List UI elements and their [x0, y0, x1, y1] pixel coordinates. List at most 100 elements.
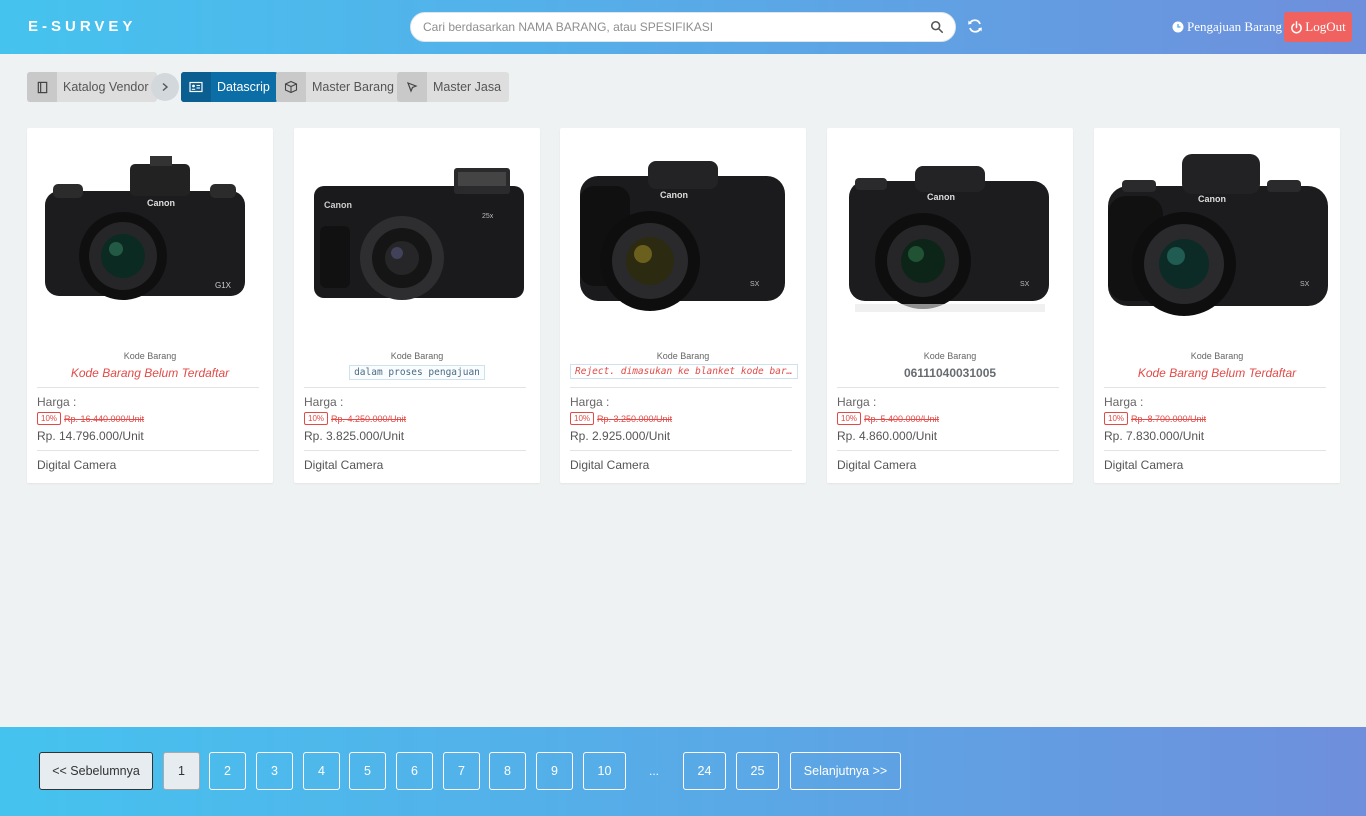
- camera-product-image: Canon SX: [1108, 154, 1328, 316]
- brand-logo[interactable]: E-SURVEY: [28, 18, 136, 35]
- svg-text:Canon: Canon: [147, 198, 175, 208]
- pengajuan-barang-link[interactable]: Pengajuan Barang: [1172, 19, 1282, 35]
- discount-row: 10% Rp. 3.250.000/Unit: [570, 412, 672, 425]
- divider: [37, 450, 259, 451]
- prev-page-button[interactable]: << Sebelumnya: [39, 752, 153, 790]
- svg-text:G1X: G1X: [215, 281, 232, 290]
- discount-row: 10% Rp. 5.400.000/Unit: [837, 412, 939, 425]
- breadcrumb-datascrip-label: Datascrip: [217, 80, 270, 94]
- pagination-ellipsis: ...: [648, 764, 659, 778]
- harga-label: Harga :: [837, 395, 877, 409]
- kode-barang-value: Reject. dimasukan ke blanket kode bar…: [570, 364, 798, 379]
- kode-barang-reject-note: Reject. dimasukan ke blanket kode bar…: [570, 364, 798, 379]
- kode-barang-label: Kode Barang: [656, 351, 710, 361]
- breadcrumb-katalog-label: Katalog Vendor: [63, 80, 149, 94]
- svg-text:SX: SX: [750, 281, 760, 288]
- next-page-button[interactable]: Selanjutnya >>: [790, 752, 901, 790]
- page-button-3[interactable]: 3: [256, 752, 293, 790]
- power-icon: [1291, 20, 1303, 33]
- new-price: Rp. 3.825.000/Unit: [304, 429, 405, 443]
- logout-label: LogOut: [1305, 19, 1346, 34]
- old-price: Rp. 16.440.000/Unit: [64, 413, 145, 424]
- top-navbar: E-SURVEY Pengajuan Barang LogOut: [0, 0, 1366, 54]
- new-price: Rp. 7.830.000/Unit: [1104, 429, 1205, 443]
- product-category: Digital Camera: [837, 458, 917, 472]
- old-price: Rp. 4.250.000/Unit: [331, 413, 407, 424]
- harga-label: Harga :: [570, 395, 610, 409]
- page-button-2[interactable]: 2: [209, 752, 246, 790]
- page-button-25[interactable]: 25: [736, 752, 779, 790]
- page-button-6[interactable]: 6: [396, 752, 433, 790]
- kode-barang-status: dalam proses pengajuan: [349, 365, 485, 380]
- kode-barang-value: 06111040031005: [903, 366, 997, 380]
- product-category: Digital Camera: [304, 458, 384, 472]
- id-card-icon: [181, 72, 211, 102]
- divider: [1104, 450, 1326, 451]
- page-button-9[interactable]: 9: [536, 752, 573, 790]
- svg-text:SX: SX: [1020, 281, 1030, 288]
- old-price: Rp. 8.700.000/Unit: [1131, 413, 1207, 424]
- breadcrumb-master-jasa-label: Master Jasa: [433, 80, 502, 94]
- page-button-10[interactable]: 10: [583, 752, 626, 790]
- divider: [37, 387, 259, 388]
- breadcrumb-katalog-vendor[interactable]: Katalog Vendor: [27, 72, 157, 102]
- kode-barang-value: dalam proses pengajuan: [294, 364, 540, 380]
- page-button-5[interactable]: 5: [349, 752, 386, 790]
- harga-label: Harga :: [304, 395, 344, 409]
- kode-barang-value: Kode Barang Belum Terdaftar: [1137, 366, 1297, 380]
- discount-row: 10% Rp. 4.250.000/Unit: [304, 412, 406, 425]
- breadcrumb-master-barang[interactable]: Master Barang: [276, 72, 402, 102]
- kode-barang-label: Kode Barang: [923, 351, 977, 361]
- pengajuan-label: Pengajuan Barang: [1187, 19, 1282, 34]
- search-input[interactable]: [411, 13, 911, 41]
- discount-badge: 10%: [837, 412, 862, 425]
- divider: [837, 387, 1059, 388]
- page-button-24[interactable]: 24: [683, 752, 726, 790]
- discount-badge: 10%: [570, 412, 595, 425]
- kode-barang-label: Kode Barang: [1190, 351, 1244, 361]
- product-card[interactable]: Canon 25x Kode Barang dalam proses penga…: [294, 128, 540, 483]
- logout-button[interactable]: LogOut: [1284, 12, 1352, 42]
- page-button-4[interactable]: 4: [303, 752, 340, 790]
- divider: [304, 387, 526, 388]
- page-button-1[interactable]: 1: [163, 752, 200, 790]
- divider: [304, 450, 526, 451]
- box-icon: [276, 72, 306, 102]
- product-card[interactable]: Canon SX Kode Barang Kode Barang Belum T…: [1094, 128, 1340, 483]
- camera-product-image: Canon SX: [580, 161, 785, 311]
- harga-label: Harga :: [37, 395, 77, 409]
- product-card[interactable]: Canon SX Kode Barang 06111040031005 Harg…: [827, 128, 1073, 483]
- product-card[interactable]: Canon G1X Kode Barang Kode Barang Belum …: [27, 128, 273, 483]
- svg-text:Canon: Canon: [1198, 194, 1226, 204]
- search-icon[interactable]: [930, 20, 944, 34]
- svg-text:Canon: Canon: [324, 200, 352, 210]
- breadcrumb-master-barang-label: Master Barang: [312, 80, 394, 94]
- discount-row: 10% Rp. 8.700.000/Unit: [1104, 412, 1206, 425]
- discount-badge: 10%: [304, 412, 329, 425]
- page-button-7[interactable]: 7: [443, 752, 480, 790]
- new-price: Rp. 14.796.000/Unit: [37, 429, 144, 443]
- page-button-8[interactable]: 8: [489, 752, 526, 790]
- kode-barang-value: Kode Barang Belum Terdaftar: [70, 366, 230, 380]
- clock-icon: [1172, 21, 1184, 33]
- svg-text:Canon: Canon: [927, 192, 955, 202]
- product-card[interactable]: Canon SX Kode Barang Reject. dimasukan k…: [560, 128, 806, 483]
- book-icon: [27, 72, 57, 102]
- product-category: Digital Camera: [37, 458, 117, 472]
- breadcrumb-datascrip[interactable]: Datascrip: [181, 72, 278, 102]
- breadcrumb-master-jasa[interactable]: Master Jasa: [397, 72, 510, 102]
- kode-barang-label: Kode Barang: [123, 351, 177, 361]
- pagination-bar: << Sebelumnya 1 2 3 4 5 6 7 8 9 10 ... 2…: [0, 727, 1366, 816]
- divider: [570, 450, 792, 451]
- old-price: Rp. 3.250.000/Unit: [597, 413, 673, 424]
- divider: [570, 387, 792, 388]
- search-box[interactable]: [410, 12, 956, 42]
- chevron-right-icon: [151, 73, 179, 101]
- refresh-icon[interactable]: [967, 18, 983, 34]
- camera-product-image: Canon 25x: [314, 168, 524, 300]
- new-price: Rp. 2.925.000/Unit: [570, 429, 671, 443]
- product-category: Digital Camera: [570, 458, 650, 472]
- divider: [837, 450, 1059, 451]
- kode-barang-label: Kode Barang: [390, 351, 444, 361]
- discount-badge: 10%: [37, 412, 62, 425]
